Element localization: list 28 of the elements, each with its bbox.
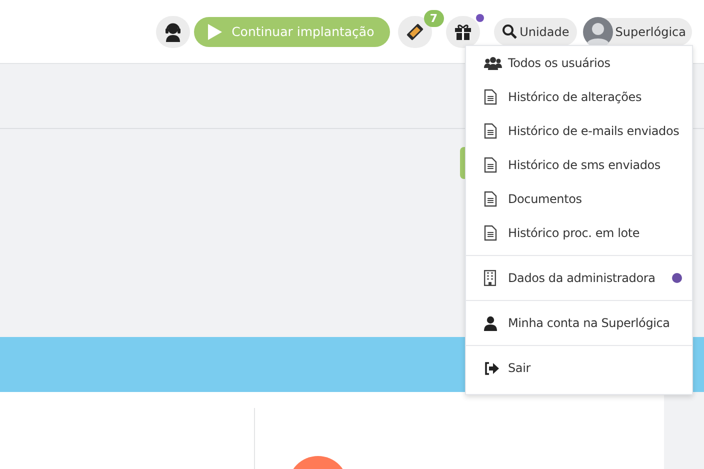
menu-item[interactable]: Minha conta na Superlógica [466,306,692,340]
user-menu-button[interactable]: Superlógica [583,18,692,46]
menu-item[interactable]: Sair [466,351,692,385]
building-icon [484,270,496,286]
play-icon [208,24,222,40]
document-icon [484,123,497,139]
user-icon [484,316,497,330]
sign-out-icon [484,362,499,374]
ticket-button[interactable] [398,16,432,48]
menu-item[interactable]: Documentos [466,182,692,216]
notification-count: 7 [424,10,444,26]
menu-item[interactable]: Histórico de sms enviados [466,148,692,182]
users-icon [484,56,502,70]
menu-item[interactable]: Histórico de alterações [466,80,692,114]
unit-search-button[interactable]: Unidade [494,18,578,46]
document-icon [484,191,497,207]
menu-item[interactable]: Histórico de e-mails enviados [466,114,692,148]
gift-button[interactable] [446,16,480,48]
headset-icon [164,22,182,42]
search-icon [502,24,517,39]
gift-icon [454,22,472,40]
menu-item[interactable]: Todos os usuários [466,46,692,80]
document-icon [484,157,497,173]
menu-item[interactable]: Histórico proc. em lote [466,216,692,250]
document-icon [484,225,497,241]
document-icon [484,89,497,105]
headset-button[interactable] [156,16,190,48]
menu-item[interactable]: Dados da administradora [466,261,692,295]
